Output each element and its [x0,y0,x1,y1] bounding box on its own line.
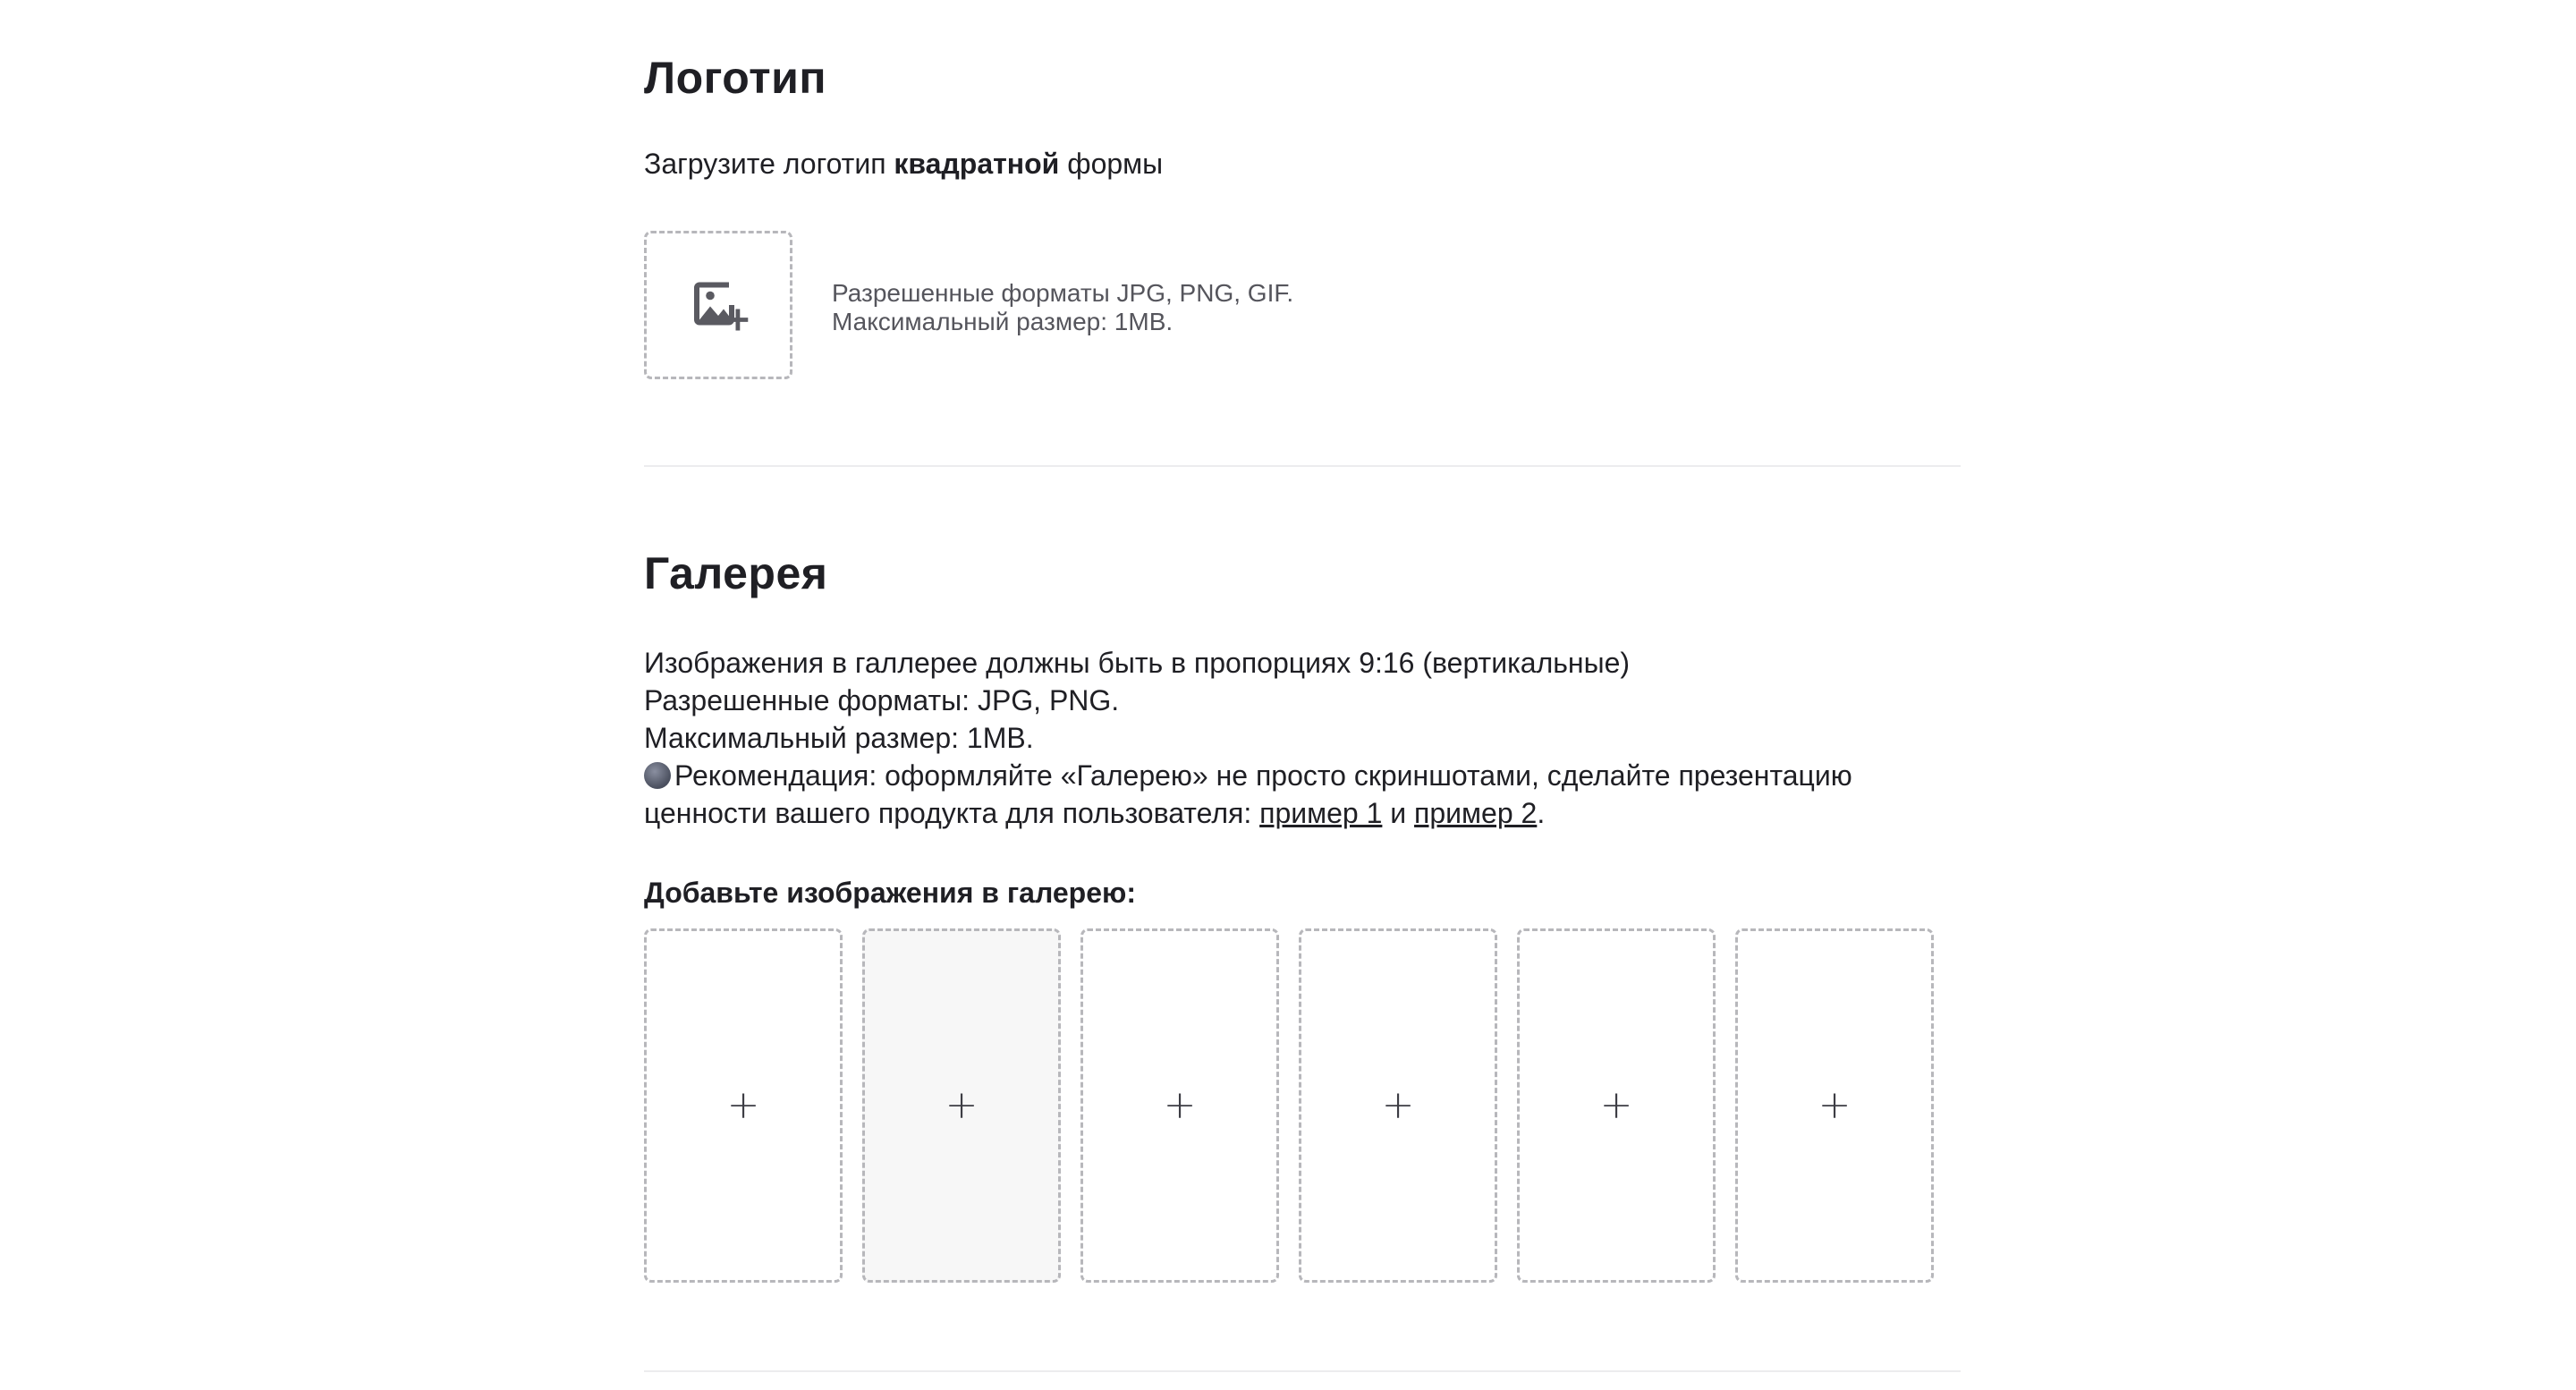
section-divider-bottom [644,1370,1961,1372]
plus-icon: + [1381,1082,1415,1128]
logo-section-title: Логотип [644,53,827,103]
plus-icon: + [945,1082,979,1128]
gallery-slot[interactable]: + [1080,928,1279,1283]
gallery-recommendation: Рекомендация: оформляйте «Галерею» не пр… [644,757,1961,794]
gallery-slot[interactable]: + [862,928,1061,1283]
recommendation-text: Рекомендация: оформляйте «Галерею» не пр… [674,759,1852,792]
image-add-icon [694,282,749,331]
link-end: . [1537,797,1546,829]
gallery-desc-ratio: Изображения в галлерее должны быть в про… [644,647,1631,679]
logo-subtitle: Загрузите логотип квадратной формы [644,148,1163,181]
logo-subtitle-bold: квадратной [894,148,1060,180]
section-divider [644,465,1961,467]
gallery-desc-formats: Разрешенные форматы: JPG, PNG. [644,684,1120,716]
gallery-slot[interactable]: + [644,928,843,1283]
logo-hint-size: Максимальный размер: 1MB. [832,308,1174,335]
example-2-link[interactable]: пример 2 [1414,797,1537,829]
gallery-slots: + + + + + + [644,928,1934,1283]
page: Логотип Загрузите логотип квадратной фор… [0,0,2576,1390]
gallery-section-title: Галерея [644,548,828,598]
gallery-slot[interactable]: + [1735,928,1934,1283]
example-1-link[interactable]: пример 1 [1259,797,1382,829]
logo-subtitle-after: формы [1059,148,1164,180]
plus-icon: + [726,1082,760,1128]
logo-upload-dropzone[interactable] [644,231,792,379]
link-join: и [1382,797,1415,829]
logo-hint-formats: Разрешенные форматы JPG, PNG, GIF. [832,279,1294,307]
logo-subtitle-before: Загрузите логотип [644,148,894,180]
logo-upload-hint: Разрешенные форматы JPG, PNG, GIF. Макси… [832,279,1293,336]
plus-icon: + [1163,1082,1197,1128]
plus-icon: + [1818,1082,1852,1128]
gallery-slot[interactable]: + [1299,928,1497,1283]
gallery-description: Изображения в галлерее должны быть в про… [644,644,1961,832]
gallery-desc-size: Максимальный размер: 1MB. [644,722,1034,754]
recommendation-text-cont: ценности вашего продукта для пользовател… [644,797,1260,829]
gallery-slot[interactable]: + [1517,928,1716,1283]
plus-icon: + [1599,1082,1633,1128]
advice-icon [644,762,671,789]
gallery-add-label: Добавьте изображения в галерею: [644,877,1136,909]
gallery-recommendation-cont: ценности вашего продукта для пользовател… [644,794,1961,832]
